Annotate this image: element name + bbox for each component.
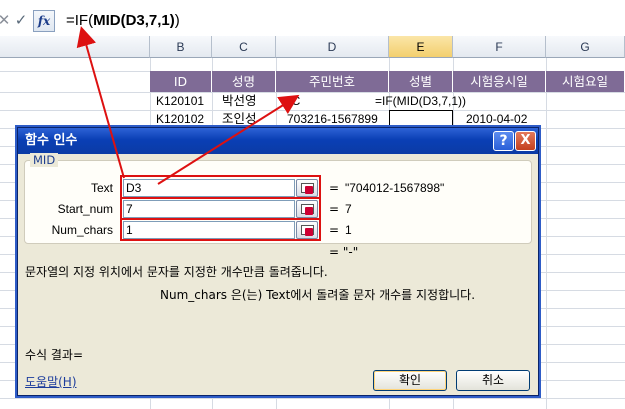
annotation-arrows: [76, 26, 300, 185]
arrow-to-formula: [76, 26, 125, 179]
arrow-to-cell: [157, 94, 300, 185]
